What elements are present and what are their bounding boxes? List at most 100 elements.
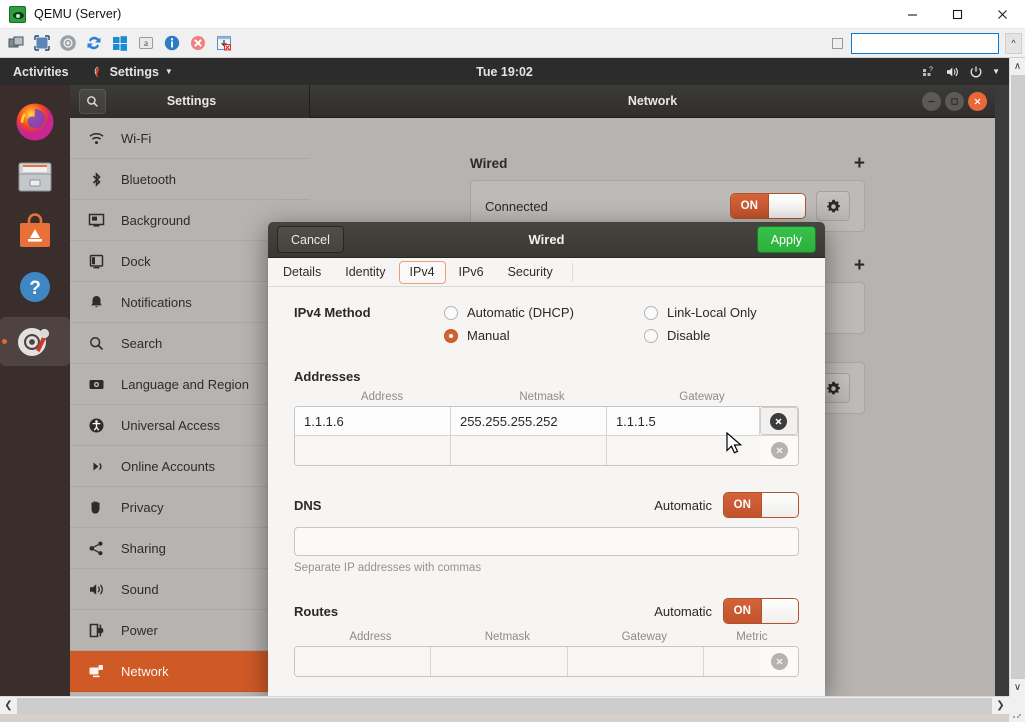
route-netmask-cell[interactable] — [431, 647, 567, 676]
netmask-cell[interactable] — [451, 436, 607, 465]
delete-address-cell[interactable] — [760, 407, 798, 435]
close-button[interactable] — [968, 92, 987, 111]
resize-corner[interactable] — [1009, 696, 1025, 722]
wired-toggle[interactable]: ON — [730, 193, 806, 219]
dns-input[interactable] — [294, 527, 799, 556]
dock-item-software[interactable] — [0, 204, 70, 259]
fullscreen-icon[interactable] — [32, 33, 52, 53]
sidebar-item-wi-fi[interactable]: Wi-Fi — [70, 118, 310, 159]
wired-toggle-knob — [768, 194, 806, 218]
minimize-button[interactable] — [890, 0, 935, 29]
routes-automatic-toggle[interactable]: ON — [723, 598, 799, 624]
scroll-right-button[interactable]: ❯ — [992, 697, 1009, 715]
toolbar-text-input[interactable] — [851, 33, 999, 54]
delete-route-cell[interactable] — [760, 647, 798, 676]
info-icon[interactable] — [162, 33, 182, 53]
tab-details[interactable]: Details — [272, 261, 332, 284]
sidebar-item-label: Dock — [121, 254, 151, 269]
radio-link-local-only[interactable]: Link-Local Only — [644, 305, 799, 320]
gear-icon[interactable] — [816, 191, 850, 221]
cancel-button[interactable]: Cancel — [277, 226, 344, 253]
chevron-down-icon[interactable]: ▼ — [992, 67, 1000, 76]
radio-disable[interactable]: Disable — [644, 328, 799, 343]
dns-automatic-label: Automatic — [654, 498, 712, 513]
route-gateway-cell[interactable] — [568, 647, 704, 676]
tab-ipv6[interactable]: IPv6 — [448, 261, 495, 284]
addresses-table: 1.1.1.6 255.255.255.252 1.1.1.5 — [294, 406, 799, 466]
qemu-icon — [9, 6, 26, 23]
scroll-left-button[interactable]: ❮ — [0, 697, 17, 715]
close-button[interactable] — [980, 0, 1025, 29]
save-screenshot-icon[interactable] — [214, 33, 234, 53]
settings-gear-icon[interactable] — [58, 33, 78, 53]
netmask-cell[interactable]: 255.255.255.252 — [451, 407, 607, 435]
radio-manual[interactable]: Manual — [444, 328, 644, 343]
toolbar-checkbox[interactable] — [832, 38, 843, 49]
minimize-button[interactable] — [922, 92, 941, 111]
ipv4-method-group: IPv4 Method Automatic (DHCP) Link-Local … — [294, 305, 799, 343]
column-header-gateway: Gateway — [622, 391, 782, 403]
sidebar-item-label: Online Accounts — [121, 459, 215, 474]
sidebar-item-bluetooth[interactable]: Bluetooth — [70, 159, 310, 200]
apply-button[interactable]: Apply — [757, 226, 816, 253]
tab-security[interactable]: Security — [497, 261, 564, 284]
qemu-toolbar: a ^ — [0, 29, 1025, 58]
dialog-title: Wired — [268, 232, 825, 247]
accessibility-icon[interactable]: ? — [922, 65, 936, 79]
tab-ipv4[interactable]: IPv4 — [399, 261, 446, 284]
radio-button[interactable] — [444, 306, 458, 320]
wired-connection-dialog: Cancel Wired Apply Details Identity IPv4… — [268, 222, 825, 696]
activities-button[interactable]: Activities — [13, 65, 69, 79]
volume-icon[interactable] — [945, 65, 960, 79]
maximize-button[interactable] — [935, 0, 980, 29]
vm-viewport[interactable]: Activities Settings ▼ Tue 19:02 — [0, 58, 1009, 696]
horizontal-scroll-thumb[interactable] — [17, 698, 992, 714]
delete-address-cell[interactable] — [760, 436, 798, 465]
route-address-cell[interactable] — [295, 647, 431, 676]
radio-button[interactable] — [644, 306, 658, 320]
search-icon[interactable] — [79, 89, 106, 114]
address-cell[interactable]: 1.1.1.6 — [295, 407, 451, 435]
scroll-down-button[interactable]: ∨ — [1010, 679, 1025, 696]
app-menu-button[interactable]: Settings ▼ — [91, 65, 173, 79]
windows-key-icon[interactable] — [110, 33, 130, 53]
radio-button[interactable] — [644, 329, 658, 343]
horizontal-scrollbar[interactable]: ❮ ❯ — [0, 696, 1009, 714]
address-cell[interactable] — [295, 436, 451, 465]
delete-icon[interactable] — [771, 653, 788, 670]
tab-identity[interactable]: Identity — [334, 261, 396, 284]
table-row[interactable] — [295, 647, 798, 676]
machine-icon[interactable] — [6, 33, 26, 53]
table-row[interactable]: 1.1.1.6 255.255.255.252 1.1.1.5 — [295, 407, 798, 436]
power-icon[interactable] — [969, 65, 983, 79]
radio-button[interactable] — [444, 329, 458, 343]
dock-item-settings[interactable] — [0, 314, 70, 369]
route-metric-cell[interactable] — [704, 647, 760, 676]
text-icon[interactable]: a — [136, 33, 156, 53]
delete-icon[interactable] — [771, 442, 788, 459]
vertical-scrollbar[interactable]: ∧ ∨ — [1009, 58, 1025, 696]
radio-automatic-dhcp[interactable]: Automatic (DHCP) — [444, 305, 644, 320]
radio-label: Manual — [467, 328, 510, 343]
table-row[interactable] — [295, 436, 798, 465]
scroll-up-button[interactable]: ∧ — [1010, 58, 1025, 75]
dock-item-help[interactable]: ? — [0, 259, 70, 314]
wired-toggle-state: ON — [731, 194, 768, 218]
reset-icon[interactable] — [84, 33, 104, 53]
chevron-up-icon[interactable]: ^ — [1005, 33, 1022, 54]
vertical-scroll-thumb[interactable] — [1011, 75, 1025, 679]
dialog-tabs[interactable]: Details Identity IPv4 IPv6 Security — [268, 258, 825, 287]
addresses-title: Addresses — [294, 369, 799, 384]
gateway-cell[interactable]: 1.1.1.5 — [607, 407, 760, 435]
dock-item-firefox[interactable] — [0, 94, 70, 149]
gateway-cell[interactable] — [607, 436, 760, 465]
add-second-button[interactable]: + — [854, 256, 865, 275]
add-connection-button[interactable]: + — [854, 154, 865, 173]
maximize-button[interactable] — [945, 92, 964, 111]
power-off-icon[interactable] — [188, 33, 208, 53]
dns-automatic-toggle[interactable]: ON — [723, 492, 799, 518]
delete-icon[interactable] — [770, 413, 787, 430]
dock-item-files[interactable] — [0, 149, 70, 204]
ipv4-method-label: IPv4 Method — [294, 305, 444, 320]
status-area[interactable]: ? ▼ — [922, 65, 1000, 79]
